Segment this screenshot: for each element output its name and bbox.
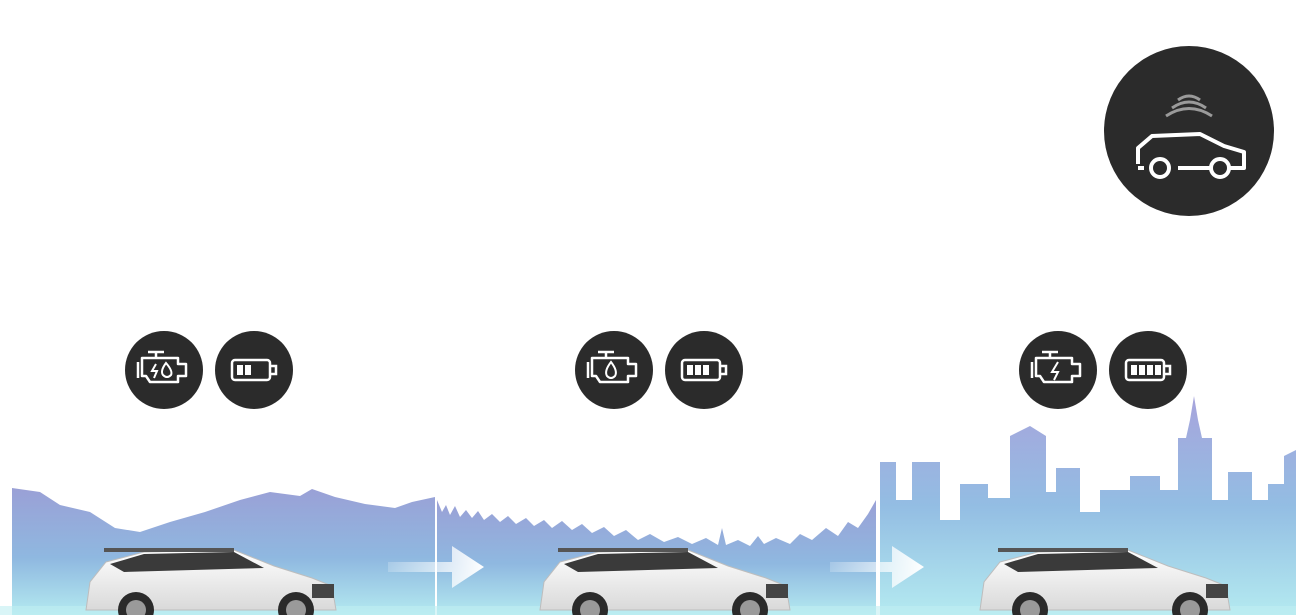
autonomous-car-icon: [1104, 46, 1274, 216]
engine-drop-icon: [575, 331, 653, 409]
panel-divider: [435, 488, 437, 615]
battery-two-bars-icon: [215, 331, 293, 409]
engine-hybrid-drop-icon: [125, 331, 203, 409]
battery-four-bars-icon: [1109, 331, 1187, 409]
drive-mode-illustration: [0, 0, 1296, 615]
engine-electric-icon: [1019, 331, 1097, 409]
panel-divider: [876, 460, 878, 615]
battery-three-bars-icon: [665, 331, 743, 409]
